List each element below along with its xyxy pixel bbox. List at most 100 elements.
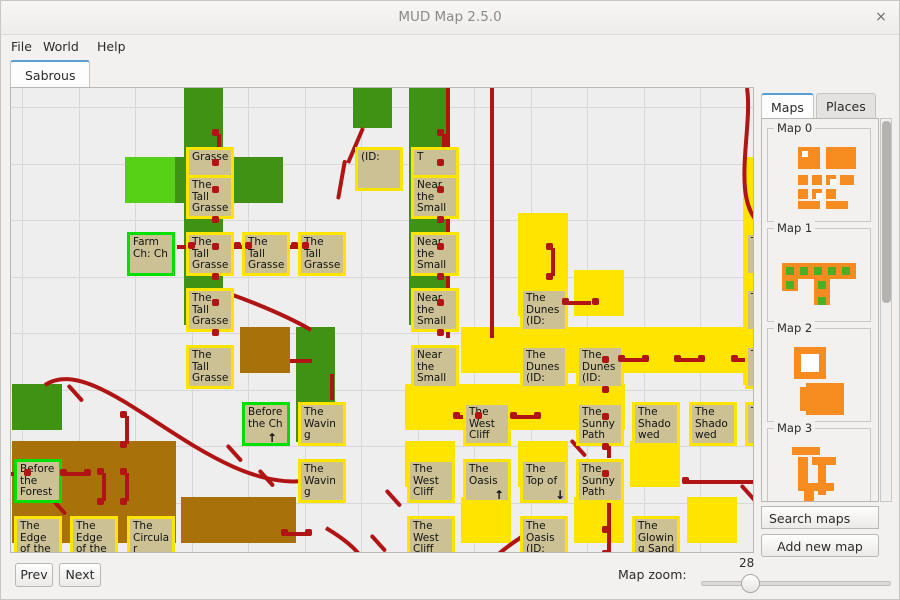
thumbnail-cell: [800, 387, 812, 411]
close-icon[interactable]: ×: [871, 8, 891, 28]
map-room[interactable]: The Tall Grasse: [186, 288, 234, 332]
map-room[interactable]: Near the Small: [411, 288, 459, 332]
menu-item-file[interactable]: File: [6, 35, 37, 58]
map-room[interactable]: The Edge of the: [14, 516, 62, 553]
map-room[interactable]: The Sunny Path: [576, 402, 624, 446]
room-exit-dot: [546, 273, 553, 280]
map-room-label: The Wavin g: [304, 406, 336, 441]
map-room[interactable]: Before the Ch ↑: [242, 402, 290, 446]
map-room[interactable]: (ID:: [355, 147, 403, 191]
map-room[interactable]: Near the Small: [411, 345, 459, 389]
room-exit-dot: [212, 329, 219, 336]
menu-item-world[interactable]: World: [38, 35, 84, 58]
map-room-label: Farm Ch: Ch: [133, 236, 168, 260]
map-room[interactable]: The Oasis ↑: [463, 459, 511, 503]
map-room[interactable]: Before the Forest: [14, 459, 62, 503]
map-list-scrollbar-thumb[interactable]: [882, 121, 891, 303]
map-zoom-slider-knob[interactable]: [741, 574, 760, 593]
map-room-label: The Tall Grasse: [304, 236, 341, 271]
room-exit-dot: [212, 216, 219, 223]
map-room-label: Before the Ch: [248, 406, 283, 430]
map-room[interactable]: The Tall Grasse: [298, 232, 346, 276]
room-exit-link: [330, 374, 334, 400]
add-new-map-button[interactable]: Add new map: [761, 534, 879, 557]
map-room[interactable]: The Dunes (ID:: [576, 345, 624, 389]
room-exit-dot: [602, 413, 609, 420]
map-zoom-slider-track[interactable]: [701, 581, 891, 586]
map-room[interactable]: The West Cliff: [407, 459, 455, 503]
map-room[interactable]: The West Cliff: [463, 402, 511, 446]
room-exit-link: [102, 473, 106, 501]
room-exit-link-diagonal: [336, 159, 347, 200]
room-exit-dot: [305, 529, 312, 536]
map-room-label: The Dunes (ID:: [526, 349, 560, 384]
map-room[interactable]: The Top of ↓: [520, 459, 568, 503]
map-room[interactable]: The Dunes (ID:: [520, 288, 568, 332]
map-room[interactable]: T S w: [745, 345, 753, 389]
map-room[interactable]: The Tall Grasse: [186, 175, 234, 219]
thumbnail-cell-green: [814, 267, 822, 275]
map-area-region: [353, 88, 392, 128]
map-room-label: The Glowin g Sand: [638, 520, 675, 553]
map-room[interactable]: The Edge of the: [70, 516, 118, 553]
map-room-label: The Top of: [526, 463, 558, 487]
map-room[interactable]: The Tall Grasse: [186, 345, 234, 389]
map-room[interactable]: T S w: [745, 232, 753, 276]
next-button[interactable]: Next: [59, 563, 101, 587]
room-exit-link: [125, 416, 129, 444]
map-room[interactable]: The Oasis (ID:: [520, 516, 568, 552]
map-room-label: The Edge of the: [76, 520, 107, 553]
room-exit-dot: [510, 412, 517, 419]
tab-places[interactable]: Places: [816, 93, 876, 119]
map-room[interactable]: The Dunes (ID:: [520, 345, 568, 389]
map-room-label: Grasse: [192, 151, 229, 163]
room-exit-dot: [437, 129, 444, 136]
map-thumbnail-list[interactable]: Map 0 Map 1 Map 2 Map 3: [761, 118, 879, 502]
grid-line-horizontal: [11, 389, 753, 391]
map-room[interactable]: The Shado wed: [632, 402, 680, 446]
map-room-label: T S w: [751, 349, 753, 361]
map-room-label: The Edge of the: [20, 520, 51, 553]
map-room[interactable]: The Glowin g Sand: [632, 516, 680, 553]
map-room[interactable]: The West Cliff: [407, 516, 455, 553]
map-room[interactable]: The Tall Grasse: [186, 232, 234, 276]
thumbnail-cell-green: [786, 281, 794, 289]
thumbnail-cell: [798, 201, 820, 209]
map-room[interactable]: Near the Small: [411, 232, 459, 276]
map-room[interactable]: The Tall Grasse: [242, 232, 290, 276]
room-exit-dot: [534, 412, 541, 419]
map-room[interactable]: The Shado wed: [689, 402, 737, 446]
map-thumbnail-item[interactable]: Map 2: [767, 321, 871, 422]
map-room[interactable]: The Circula r: [127, 516, 175, 552]
map-room[interactable]: T S w: [745, 402, 753, 446]
tab-maps[interactable]: Maps: [761, 93, 814, 120]
side-panel: Maps Places Map 0 Map 1 Map 2 Map 3 Search …: [761, 93, 893, 557]
map-thumbnail-item[interactable]: Map 3: [767, 421, 871, 501]
map-room[interactable]: The Wavin g: [298, 402, 346, 446]
map-thumbnail-item[interactable]: Map 1: [767, 221, 871, 322]
prev-button[interactable]: Prev: [15, 563, 53, 587]
room-exit-dot: [84, 469, 91, 476]
tab-sabrous[interactable]: Sabrous: [10, 60, 91, 89]
map-thumbnail-item[interactable]: Map 0: [767, 121, 871, 222]
map-canvas[interactable]: Grasse The Tall Grasse Farm Ch: Ch The Tall…: [11, 88, 753, 553]
thumbnail-cell-green: [818, 281, 826, 289]
map-view[interactable]: Grasse The Tall Grasse Farm Ch: Ch The Tall…: [10, 87, 754, 553]
search-maps-input[interactable]: Search maps: [761, 506, 879, 529]
room-exit-dot: [602, 443, 609, 450]
map-area-region: [574, 270, 624, 316]
mud-map-window: MUD Map 2.5.0 × File World Help Sabrous …: [0, 0, 900, 600]
room-exit-dot: [97, 468, 104, 475]
menu-item-help[interactable]: Help: [92, 35, 131, 58]
map-room-direction-arrow: ↓: [555, 488, 566, 502]
map-area-region: [240, 327, 290, 373]
map-room[interactable]: Farm Ch: Ch: [127, 232, 175, 276]
map-room[interactable]: The Wavin g: [298, 459, 346, 503]
map-room-label: The West Cliff: [413, 520, 439, 553]
room-exit-dot: [602, 526, 609, 533]
map-room[interactable]: T S w: [745, 288, 753, 332]
map-thumbnail-preview: [768, 339, 870, 421]
map-room[interactable]: Near the Small: [411, 175, 459, 219]
map-room[interactable]: The Sunny Path: [576, 459, 624, 503]
room-exit-dot: [120, 468, 127, 475]
